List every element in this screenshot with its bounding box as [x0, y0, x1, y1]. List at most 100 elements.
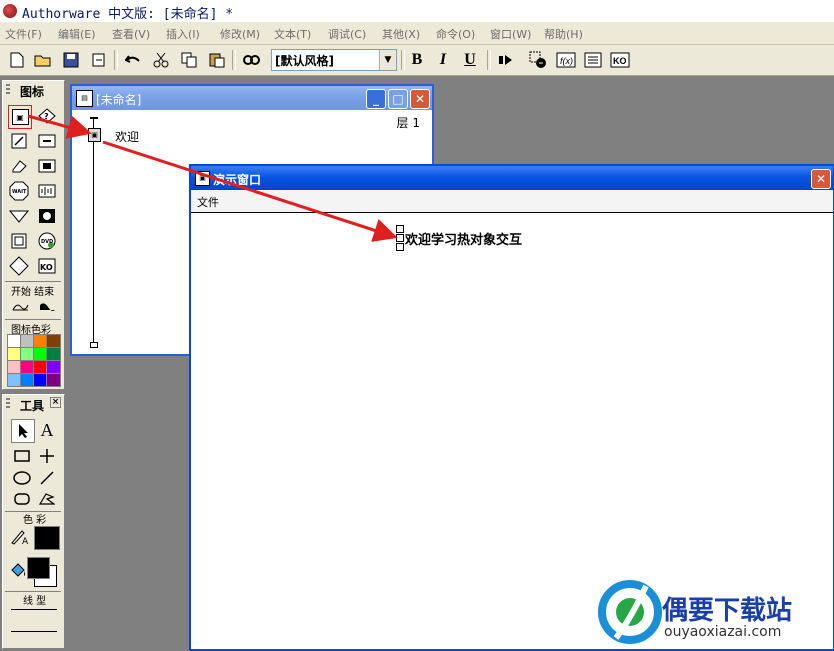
end-flag-icon[interactable] [36, 296, 58, 318]
minimize-button[interactable]: _ [366, 89, 386, 109]
document-icon: ▤ [76, 90, 93, 107]
grip-handle[interactable] [6, 84, 10, 95]
toolbar-separator [487, 50, 491, 70]
control-panel-icon[interactable] [527, 49, 549, 71]
ellipse-tool-icon[interactable] [11, 467, 33, 489]
import-icon[interactable] [88, 49, 110, 71]
menu-edit[interactable]: 编辑(E) [58, 26, 96, 42]
text-style-select[interactable]: [默认风格] ▼ [271, 49, 397, 71]
menu-debug[interactable]: 调试(C) [328, 26, 366, 42]
selection-handle[interactable] [396, 225, 404, 233]
underline-button[interactable]: U [459, 49, 481, 71]
maximize-button[interactable]: □ [388, 89, 408, 109]
menu-help[interactable]: 帮助(H) [544, 26, 583, 42]
menu-window[interactable]: 窗口(W) [490, 26, 531, 42]
dvd-video-icon[interactable]: DVD [36, 230, 58, 252]
flow-icon-label[interactable]: 欢迎 [115, 128, 139, 145]
erase-icon[interactable] [8, 155, 30, 177]
grip-handle[interactable] [6, 398, 10, 409]
text-tool-icon[interactable]: A [36, 419, 58, 441]
menu-command[interactable]: 命令(O) [436, 26, 475, 42]
presentation-menu-bar: 文件 [191, 190, 833, 213]
menu-other[interactable]: 其他(X) [382, 26, 420, 42]
chevron-down-icon[interactable]: ▼ [379, 50, 396, 70]
interaction-icon[interactable]: ? [36, 105, 58, 127]
knowledge-object-icon[interactable]: KO [609, 49, 631, 71]
svg-text:DVD: DVD [41, 239, 53, 245]
dvd-icon[interactable] [36, 205, 58, 227]
watermark-url: ouyaoxiazai.com [664, 624, 782, 640]
wait-icon[interactable]: WAIT [8, 180, 30, 202]
polygon-tool-icon[interactable] [36, 488, 58, 510]
decision-icon[interactable] [8, 255, 30, 277]
rounded-rectangle-tool-icon[interactable] [11, 488, 33, 510]
flowline-end-marker[interactable] [90, 342, 98, 348]
motion-icon[interactable] [8, 130, 30, 152]
pen-color-icon[interactable]: A [9, 526, 31, 548]
find-icon[interactable] [240, 49, 262, 71]
icon-palette-title: 图标 [20, 85, 45, 99]
pointer-tool-icon[interactable] [11, 419, 35, 443]
welcome-text-object[interactable]: 欢迎学习热对象交互 [405, 229, 522, 248]
presentation-window-titlebar[interactable]: ▣ 演示窗口 ✕ [191, 166, 833, 190]
copy-icon[interactable] [178, 49, 200, 71]
menu-bar: 文件(F) 编辑(E) 查看(V) 插入(I) 修改(M) 文本(T) 调试(C… [0, 22, 834, 45]
rectangle-tool-icon[interactable] [11, 445, 33, 467]
italic-button[interactable]: I [432, 49, 454, 71]
start-flag-icon[interactable] [9, 296, 31, 318]
menu-view[interactable]: 查看(V) [112, 26, 150, 42]
tools-palette-title: 工具 [20, 399, 45, 413]
line-style-medium[interactable] [11, 631, 57, 632]
cut-icon[interactable] [150, 49, 172, 71]
icon-color-swatch[interactable] [46, 360, 61, 374]
icon-color-swatch[interactable] [46, 373, 61, 387]
crosshair-tool-icon[interactable] [36, 445, 58, 467]
site-logo [596, 580, 664, 647]
svg-text:KO: KO [40, 263, 53, 272]
close-button[interactable]: ✕ [811, 169, 831, 189]
toolbar: [默认风格] ▼ B I U f(x) KO [0, 45, 834, 76]
design-window-titlebar[interactable]: ▤ [未命名] _ □ ✕ [72, 86, 432, 110]
undo-icon[interactable] [122, 49, 144, 71]
selection-handle[interactable] [396, 243, 404, 251]
navigate-icon[interactable] [8, 205, 30, 227]
framework-icon[interactable] [8, 230, 30, 252]
paste-icon[interactable] [206, 49, 228, 71]
flowline[interactable] [93, 117, 94, 344]
functions-icon[interactable]: f(x) [555, 49, 577, 71]
restart-icon[interactable] [495, 49, 517, 71]
text-style-value: [默认风格] [275, 54, 334, 68]
variables-icon[interactable] [582, 49, 604, 71]
menu-text[interactable]: 文本(T) [274, 26, 311, 42]
line-style-thin[interactable] [11, 609, 57, 610]
new-file-icon[interactable] [6, 49, 28, 71]
display-icon[interactable]: ▣ [88, 128, 101, 142]
tools-palette: 工具 × A 色 彩 A 线 型 [2, 394, 65, 649]
calculation-icon[interactable] [36, 130, 58, 152]
digital-movie-icon[interactable] [36, 155, 58, 177]
menu-modify[interactable]: 修改(M) [220, 26, 260, 42]
presentation-menu-file[interactable]: 文件 [197, 194, 219, 210]
menu-insert[interactable]: 插入(I) [166, 26, 200, 42]
display-icon[interactable]: ▣ [8, 105, 32, 129]
line-tool-icon[interactable] [36, 467, 58, 489]
toolbar-separator [114, 50, 118, 70]
icon-color-swatch[interactable] [46, 334, 61, 348]
selection-handle[interactable] [396, 234, 404, 242]
foreground-color-swatch[interactable] [34, 526, 60, 550]
fill-color-swatch[interactable] [27, 557, 50, 579]
fill-bucket-icon[interactable] [7, 560, 29, 582]
open-file-icon[interactable] [32, 49, 54, 71]
toolbar-separator [232, 50, 236, 70]
save-all-icon[interactable] [60, 49, 82, 71]
flowline-start-marker[interactable] [90, 117, 98, 119]
display-icon: ▣ [195, 171, 210, 186]
menu-file[interactable]: 文件(F) [5, 26, 42, 42]
bold-button[interactable]: B [406, 49, 428, 71]
color-label: 色 彩 [23, 515, 47, 526]
icon-color-swatch[interactable] [46, 347, 61, 361]
close-button[interactable]: ✕ [410, 89, 430, 109]
sound-icon[interactable] [36, 180, 58, 202]
close-icon[interactable]: × [50, 397, 61, 408]
knowledge-object-palette-icon[interactable]: KO [36, 255, 58, 277]
